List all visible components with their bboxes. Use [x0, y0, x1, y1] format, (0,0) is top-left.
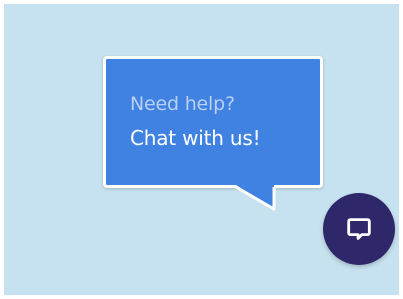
page-background: Need help? Chat with us! — [4, 4, 399, 295]
chat-launcher-button[interactable] — [323, 193, 395, 265]
chat-invite-text: Chat with us! — [130, 126, 261, 150]
help-prompt-text: Need help? — [130, 93, 235, 115]
chat-bubble-icon — [347, 218, 371, 240]
help-callout[interactable]: Need help? Chat with us! — [103, 56, 323, 188]
callout-pointer — [235, 185, 276, 211]
help-callout-text: Need help? Chat with us! — [130, 93, 261, 150]
